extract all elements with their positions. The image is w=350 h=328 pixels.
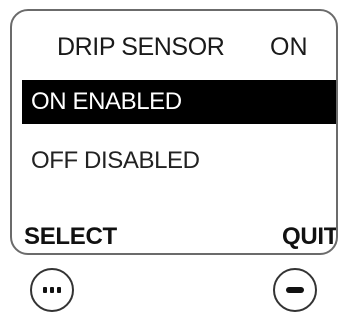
header-title: DRIP SENSOR [57,33,225,61]
menu-item-off-disabled[interactable]: OFF DISABLED [22,139,336,183]
quit-button[interactable] [273,268,317,312]
select-button[interactable] [30,268,74,312]
dotted-dash-icon [43,287,61,293]
select-softkey-label: SELECT [24,223,117,250]
lcd-screen: DRIP SENSOR ON ON ENABLED OFF DISABLED S… [10,9,338,255]
header-state: ON [270,33,308,61]
menu-item-on-enabled[interactable]: ON ENABLED [22,80,336,124]
screen-header: DRIP SENSOR ON [12,33,336,65]
quit-softkey-label: QUIT [282,223,338,250]
dash-icon [286,287,304,293]
